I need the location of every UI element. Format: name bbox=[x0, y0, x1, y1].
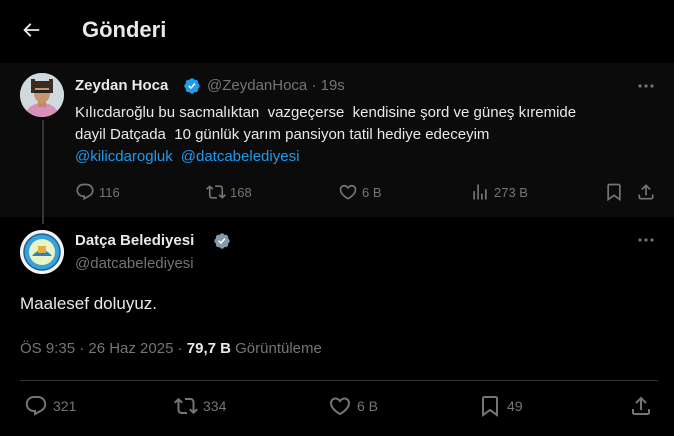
views-count: 79,7 B bbox=[186, 340, 231, 357]
analytics-icon bbox=[470, 182, 490, 202]
avatar[interactable] bbox=[20, 73, 64, 117]
bookmark-button[interactable] bbox=[604, 182, 628, 202]
mentions: @kilicdarogluk @datcabelediyesi bbox=[75, 146, 307, 168]
retweet-icon bbox=[206, 182, 226, 202]
author-handle-time[interactable]: @ZeydanHoca · 19s bbox=[207, 76, 345, 96]
reply-button[interactable]: 321 bbox=[24, 394, 76, 418]
reply-count: 321 bbox=[53, 398, 77, 414]
share-icon bbox=[636, 182, 656, 202]
more-options-icon[interactable] bbox=[636, 77, 656, 95]
tweet-text-line: dayil Datçada 10 günlük yarım pansiyon t… bbox=[75, 126, 490, 143]
tweet-text: Kılıcdaroğlu bu sacmalıktan vazgeçerse k… bbox=[75, 102, 660, 146]
tweet-text: Maalesef doluyuz. bbox=[20, 294, 158, 313]
like-count: 6 B bbox=[362, 184, 382, 200]
share-icon bbox=[629, 394, 653, 418]
mention-link[interactable]: @datcabelediyesi bbox=[181, 148, 300, 165]
thread-line bbox=[42, 120, 44, 224]
verified-badge-icon bbox=[183, 77, 201, 95]
reply-count: 116 bbox=[99, 184, 120, 200]
heart-icon bbox=[338, 182, 358, 202]
retweet-button[interactable]: 334 bbox=[174, 394, 226, 418]
page-title: Gönderi bbox=[82, 17, 167, 42]
avatar[interactable] bbox=[20, 230, 64, 274]
mention-link[interactable]: @kilicdarogluk bbox=[75, 148, 173, 165]
author-handle[interactable]: @datcabelediyesi bbox=[75, 254, 194, 274]
share-button[interactable] bbox=[636, 182, 660, 202]
like-button[interactable]: 6 B bbox=[338, 182, 382, 202]
reply-button[interactable]: 116 bbox=[75, 182, 120, 202]
tweet-meta: ÖS 9:35 · 26 Haz 2025 · 79,7 B Görüntüle… bbox=[20, 339, 322, 359]
retweet-count: 168 bbox=[230, 184, 252, 200]
reply-icon bbox=[75, 182, 95, 202]
retweet-icon bbox=[174, 394, 198, 418]
views-label: Görüntüleme bbox=[230, 340, 322, 357]
tweet-timestamp[interactable]: ÖS 9:35 · 26 Haz 2025 · bbox=[20, 340, 187, 357]
retweet-count: 334 bbox=[203, 398, 227, 414]
bookmark-count: 49 bbox=[507, 398, 523, 414]
views-count: 273 B bbox=[494, 184, 528, 200]
more-options-icon[interactable] bbox=[636, 231, 656, 249]
author-name[interactable]: Datça Belediyesi bbox=[75, 231, 194, 251]
share-button[interactable] bbox=[629, 394, 658, 418]
bookmark-icon bbox=[478, 394, 502, 418]
views-button[interactable]: 273 B bbox=[470, 182, 528, 202]
verified-gray-badge-icon bbox=[213, 232, 231, 250]
author-name[interactable]: Zeydan Hoca bbox=[75, 76, 168, 96]
tweet-text-line: Kılıcdaroğlu bu sacmalıktan vazgeçerse k… bbox=[75, 104, 577, 121]
reply-icon bbox=[24, 394, 48, 418]
divider bbox=[20, 380, 658, 381]
bookmark-button[interactable]: 49 bbox=[478, 394, 523, 418]
like-count: 6 B bbox=[357, 398, 379, 414]
heart-icon bbox=[328, 394, 352, 418]
bookmark-icon bbox=[604, 182, 624, 202]
arrow-left-icon[interactable] bbox=[20, 19, 42, 41]
like-button[interactable]: 6 B bbox=[328, 394, 378, 418]
retweet-button[interactable]: 168 bbox=[206, 182, 252, 202]
